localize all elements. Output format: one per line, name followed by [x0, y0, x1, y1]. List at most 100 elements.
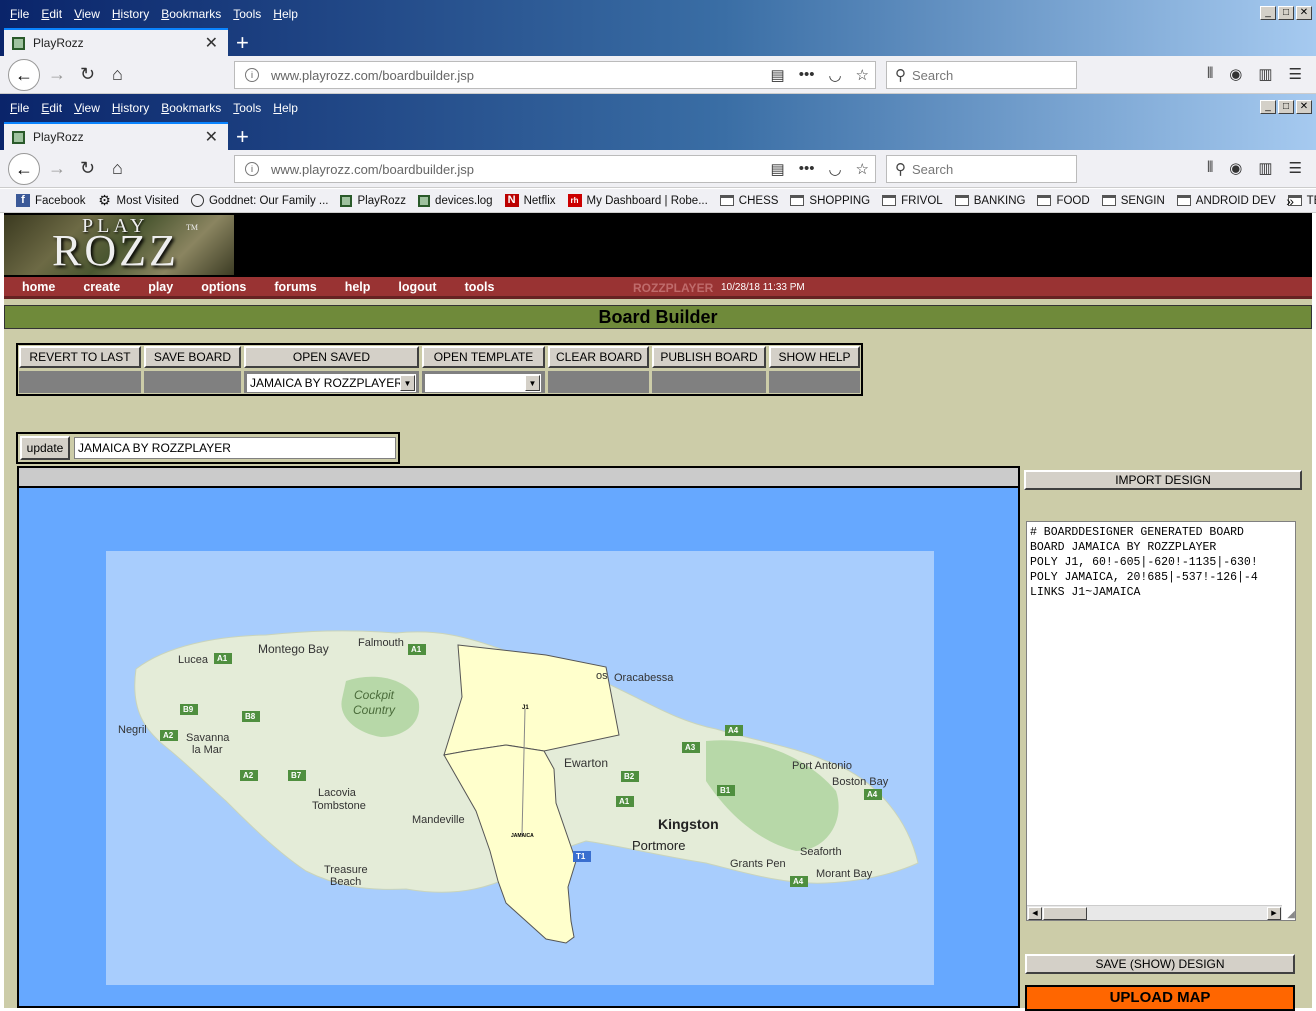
menu-edit[interactable]: Edit — [41, 7, 62, 21]
open-saved-select[interactable]: JAMAICA BY ROZZPLAYER ▼ — [246, 373, 417, 393]
bookmark-devices-log[interactable]: devices.log — [418, 194, 493, 207]
star-icon[interactable]: ☆ — [856, 160, 869, 178]
info-icon[interactable]: i — [245, 68, 259, 82]
bookmark-dashboard[interactable]: rh My Dashboard | Robe... — [567, 194, 708, 207]
minimize-icon[interactable]: _ — [1260, 100, 1276, 114]
star-icon[interactable]: ☆ — [856, 66, 869, 84]
open-template-select[interactable]: ▼ — [424, 373, 542, 393]
back-icon[interactable]: ← — [8, 59, 40, 91]
reload-icon[interactable]: ↻ — [80, 64, 95, 85]
menu-view[interactable]: View — [74, 7, 100, 21]
menu-history[interactable]: History — [112, 101, 149, 115]
bookmark-folder-food[interactable]: FOOD — [1037, 195, 1090, 207]
publish-board-button[interactable]: PUBLISH BOARD — [652, 346, 766, 368]
library-icon[interactable]: ⫴ — [1207, 65, 1213, 83]
tab-close-icon[interactable]: ✕ — [205, 127, 218, 147]
back-icon[interactable]: ← — [8, 153, 40, 185]
bookmark-folder-chess[interactable]: CHESS — [719, 195, 778, 207]
menu-bookmarks[interactable]: Bookmarks — [161, 101, 221, 115]
nav-help[interactable]: help — [345, 280, 371, 294]
menu-edit[interactable]: Edit — [41, 101, 62, 115]
forward-icon[interactable]: → — [48, 158, 66, 179]
bookmark-facebook[interactable]: f Facebook — [16, 194, 86, 207]
info-icon[interactable]: i — [245, 162, 259, 176]
playrozz-icon — [340, 194, 353, 207]
maximize-icon[interactable]: □ — [1278, 6, 1294, 20]
close-icon[interactable]: ✕ — [1296, 6, 1312, 20]
abp-icon[interactable]: ◉ — [1229, 159, 1242, 177]
reload-icon[interactable]: ↻ — [80, 158, 95, 179]
nav-logout[interactable]: logout — [398, 280, 436, 294]
pocket-icon[interactable]: ◡ — [828, 160, 841, 178]
forward-icon[interactable]: → — [48, 64, 66, 85]
menu-bookmarks[interactable]: Bookmarks — [161, 7, 221, 21]
tab-playrozz[interactable]: PlayRozz ✕ — [4, 122, 228, 150]
minimize-icon[interactable]: _ — [1260, 6, 1276, 20]
map-image[interactable]: J1 JAMAICA Montego Bay Falmouth Lucea Co… — [106, 551, 934, 985]
search-box[interactable]: ⚲ Search — [886, 61, 1077, 89]
bookmark-most-visited[interactable]: ⚙ Most Visited — [98, 193, 179, 207]
bookmark-folder-frivol[interactable]: FRIVOL — [882, 195, 943, 207]
more-icon[interactable]: ••• — [799, 66, 815, 84]
hamburger-menu-icon[interactable]: ☰ — [1289, 65, 1302, 83]
more-icon[interactable]: ••• — [799, 160, 815, 178]
board-name-input[interactable]: JAMAICA BY ROZZPLAYER — [74, 437, 396, 459]
bookmark-netflix[interactable]: N Netflix — [504, 194, 556, 207]
reader-icon[interactable]: ▤ — [771, 66, 785, 84]
open-template-button[interactable]: OPEN TEMPLATE — [422, 346, 545, 368]
menu-tools[interactable]: Tools — [233, 101, 261, 115]
bookmark-folder-shopping[interactable]: SHOPPING — [790, 195, 870, 207]
sidebar-icon[interactable]: ▥ — [1258, 159, 1272, 177]
home-icon[interactable]: ⌂ — [112, 64, 123, 85]
bookmark-goddnet[interactable]: Goddnet: Our Family ... — [190, 194, 328, 207]
tab-close-icon[interactable]: ✕ — [205, 33, 218, 53]
menu-file[interactable]: File — [10, 101, 29, 115]
design-textarea[interactable]: # BOARDDESIGNER GENERATED BOARD BOARD JA… — [1026, 521, 1296, 921]
import-design-button[interactable]: IMPORT DESIGN — [1024, 470, 1302, 490]
pocket-icon[interactable]: ◡ — [828, 66, 841, 84]
tab-playrozz[interactable]: PlayRozz ✕ — [4, 28, 228, 56]
close-icon[interactable]: ✕ — [1296, 100, 1312, 114]
sidebar-icon[interactable]: ▥ — [1258, 65, 1272, 83]
revert-to-last-button[interactable]: REVERT TO LAST — [19, 346, 141, 368]
save-show-design-button[interactable]: SAVE (SHOW) DESIGN — [1025, 954, 1295, 974]
reader-icon[interactable]: ▤ — [771, 160, 785, 178]
menu-file[interactable]: File — [10, 7, 29, 21]
update-button[interactable]: update — [20, 436, 70, 460]
nav-home[interactable]: home — [22, 280, 55, 294]
nav-options[interactable]: options — [201, 280, 246, 294]
hamburger-menu-icon[interactable]: ☰ — [1289, 159, 1302, 177]
bookmark-folder-sengin[interactable]: SENGIN — [1101, 195, 1165, 207]
chevron-down-icon[interactable]: ▼ — [400, 375, 415, 391]
maximize-icon[interactable]: □ — [1278, 100, 1294, 114]
menu-view[interactable]: View — [74, 101, 100, 115]
chevron-down-icon[interactable]: ▼ — [525, 375, 540, 391]
menu-help[interactable]: Help — [273, 7, 298, 21]
bookmark-playrozz[interactable]: PlayRozz — [340, 194, 406, 207]
url-bar[interactable]: i www.playrozz.com/boardbuilder.jsp ▤ ••… — [234, 61, 876, 89]
bookmark-folder-banking[interactable]: BANKING — [954, 195, 1025, 207]
show-help-button[interactable]: SHOW HELP — [769, 346, 860, 368]
nav-forums[interactable]: forums — [274, 280, 316, 294]
bookmarks-overflow-icon[interactable]: » — [1286, 193, 1294, 209]
library-icon[interactable]: ⫴ — [1207, 159, 1213, 177]
menu-tools[interactable]: Tools — [233, 7, 261, 21]
abp-icon[interactable]: ◉ — [1229, 65, 1242, 83]
new-tab-icon[interactable]: + — [236, 124, 249, 150]
new-tab-icon[interactable]: + — [236, 30, 249, 56]
url-bar[interactable]: i www.playrozz.com/boardbuilder.jsp ▤ ••… — [234, 155, 876, 183]
menu-history[interactable]: History — [112, 7, 149, 21]
nav-play[interactable]: play — [148, 280, 173, 294]
open-saved-button[interactable]: OPEN SAVED — [244, 346, 419, 368]
save-board-button[interactable]: SAVE BOARD — [144, 346, 241, 368]
home-icon[interactable]: ⌂ — [112, 158, 123, 179]
search-box[interactable]: ⚲ Search — [886, 155, 1077, 183]
menu-help[interactable]: Help — [273, 101, 298, 115]
bookmark-folder-android-dev[interactable]: ANDROID DEV — [1176, 195, 1276, 207]
upload-map-button[interactable]: UPLOAD MAP — [1025, 985, 1295, 1011]
nav-create[interactable]: create — [83, 280, 120, 294]
clear-board-button[interactable]: CLEAR BOARD — [548, 346, 649, 368]
road-badge-a3: A3 — [685, 743, 696, 752]
nav-tools[interactable]: tools — [465, 280, 495, 294]
playrozz-logo[interactable]: PLAY ROZZ TM — [4, 215, 234, 275]
